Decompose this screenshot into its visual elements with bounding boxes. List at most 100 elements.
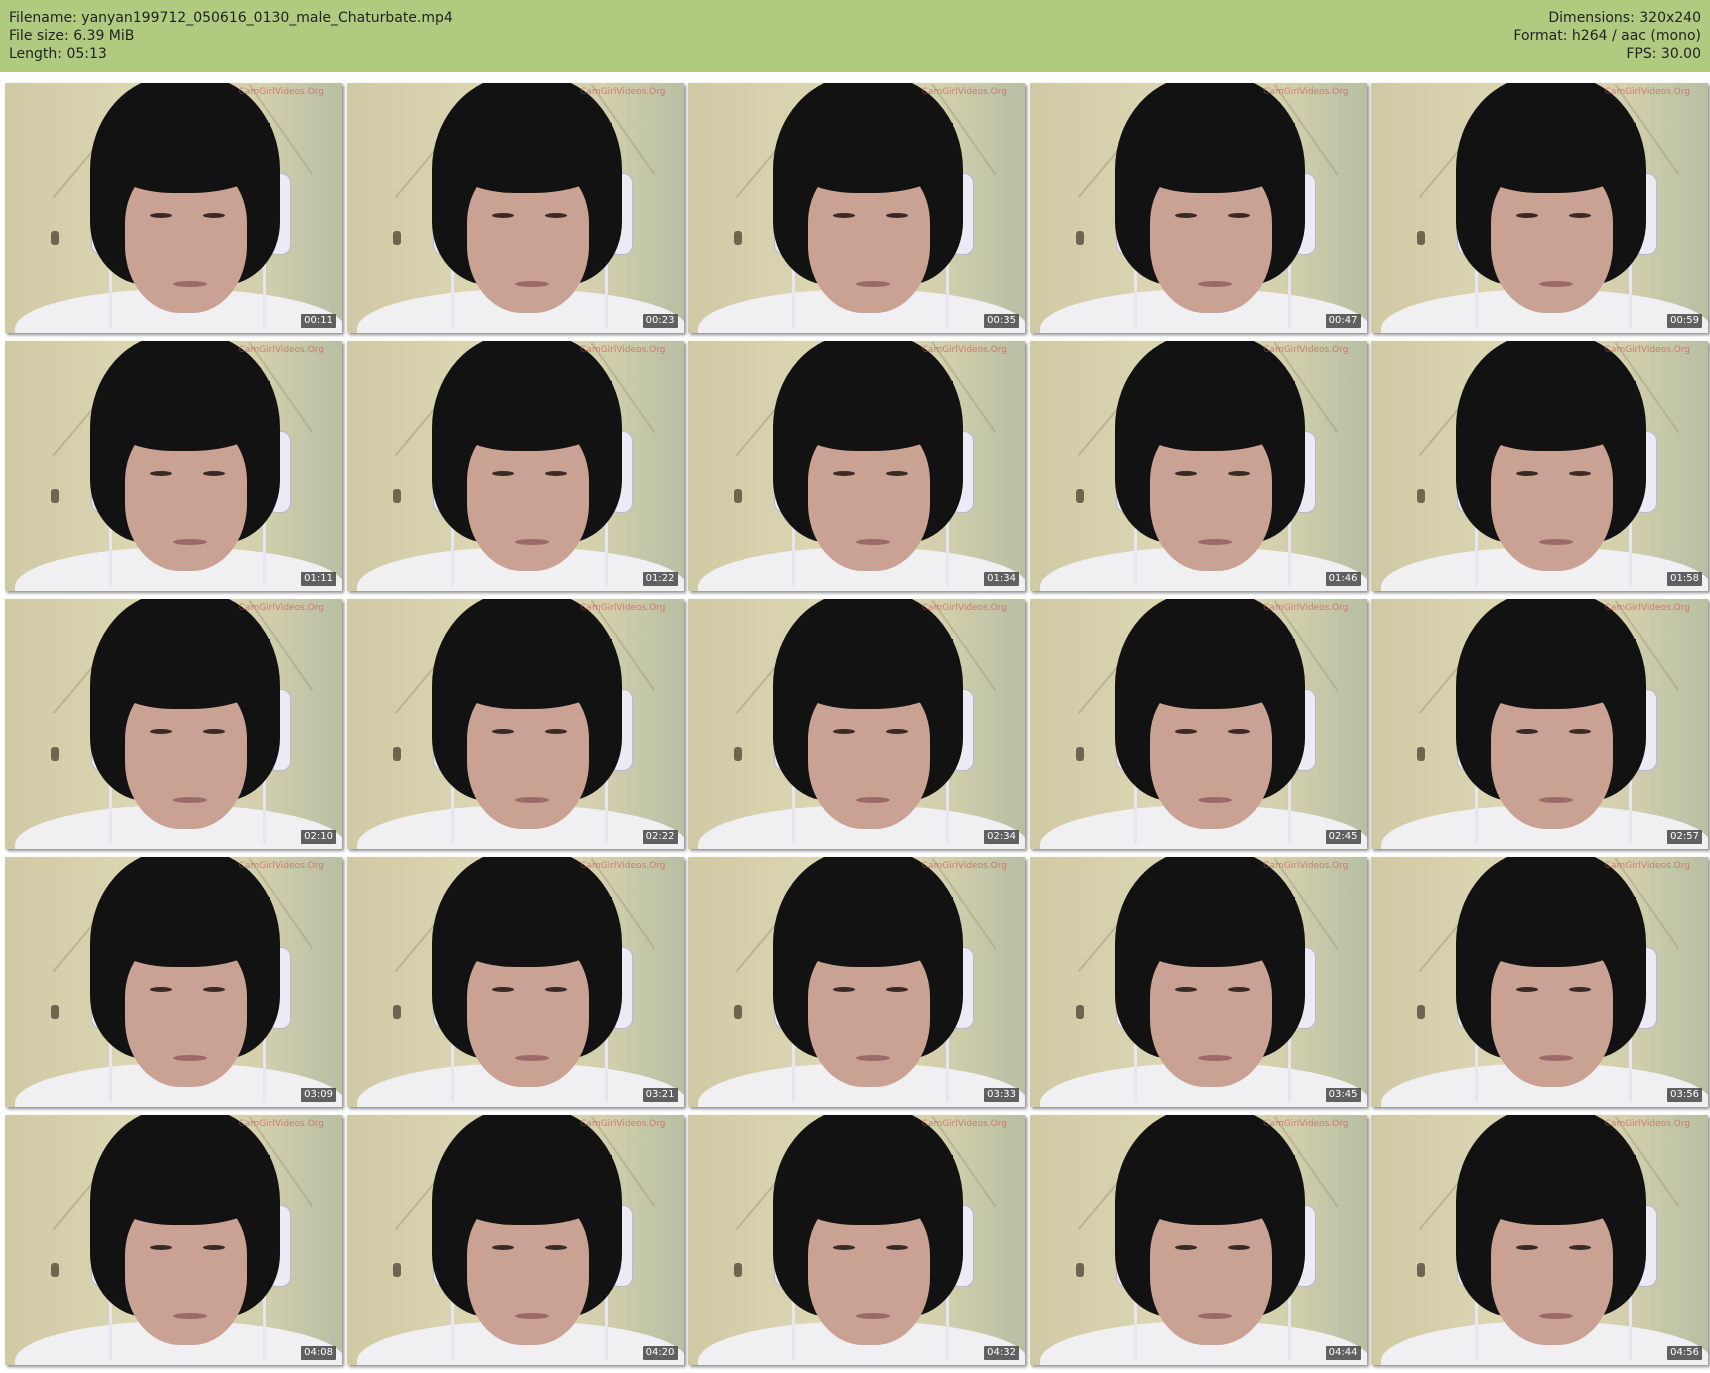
mouth [514,797,549,803]
timestamp-label: 00:23 [642,314,678,328]
eye [1227,729,1250,734]
eye [1516,729,1538,734]
wall-hook [734,231,742,245]
eye [544,213,567,218]
eye [203,213,225,218]
watermark-text: CamGirlVideos.Org [580,603,666,613]
video-thumbnail[interactable]: CamGirlVideos.Org 00:23 [346,83,684,333]
video-thumbnail[interactable]: CamGirlVideos.Org 03:09 [5,857,342,1107]
eye [544,1245,567,1250]
watermark-text: CamGirlVideos.Org [1604,345,1690,355]
wall-hook [734,1263,742,1277]
eye [833,1245,855,1250]
watermark-text: CamGirlVideos.Org [580,87,666,97]
hair-bangs [451,897,612,967]
eye [150,471,172,476]
mouth [1197,281,1232,287]
video-thumbnail[interactable]: CamGirlVideos.Org 00:35 [688,83,1025,333]
video-thumbnail[interactable]: CamGirlVideos.Org 03:56 [1371,857,1708,1107]
eye [833,471,855,476]
hair-bangs [110,897,270,967]
video-thumbnail[interactable]: CamGirlVideos.Org 02:10 [5,599,342,849]
timestamp-label: 03:56 [1667,1088,1702,1102]
eye [491,729,514,734]
video-thumbnail[interactable]: CamGirlVideos.Org 04:08 [5,1115,342,1365]
hair-bangs [1134,1155,1295,1225]
watermark-text: CamGirlVideos.Org [1263,87,1349,97]
wall-hook [1417,1263,1425,1277]
timestamp-label: 01:58 [1667,572,1702,586]
metadata-right: Dimensions: 320x240 Format: h264 / aac (… [1513,9,1701,63]
wall-hook [1075,1005,1084,1019]
video-thumbnail[interactable]: CamGirlVideos.Org 01:58 [1371,341,1708,591]
timestamp-label: 04:08 [301,1346,336,1360]
watermark-text: CamGirlVideos.Org [238,87,324,97]
video-thumbnail[interactable]: CamGirlVideos.Org 00:59 [1371,83,1708,333]
hair-bangs [451,1155,612,1225]
eye [1569,987,1591,992]
mouth [173,539,207,545]
eye [203,471,225,476]
hair-bangs [793,381,953,451]
hair-bangs [1476,123,1636,193]
watermark-text: CamGirlVideos.Org [1604,861,1690,871]
video-thumbnail[interactable]: CamGirlVideos.Org 01:11 [5,341,342,591]
video-thumbnail[interactable]: CamGirlVideos.Org 03:33 [688,857,1025,1107]
length-text: Length: 05:13 [9,46,107,62]
timestamp-label: 04:44 [1325,1346,1361,1360]
mouth [856,281,890,287]
watermark-text: CamGirlVideos.Org [1263,1119,1349,1129]
hair-bangs [793,639,953,709]
wall-hook [51,231,59,245]
video-thumbnail[interactable]: CamGirlVideos.Org 04:56 [1371,1115,1708,1365]
watermark-text: CamGirlVideos.Org [1604,87,1690,97]
hair-bangs [793,897,953,967]
video-thumbnail[interactable]: CamGirlVideos.Org 03:45 [1029,857,1367,1107]
video-thumbnail[interactable]: CamGirlVideos.Org 02:57 [1371,599,1708,849]
hair-bangs [451,381,612,451]
wall-hook [1075,489,1084,503]
video-thumbnail[interactable]: CamGirlVideos.Org 01:22 [346,341,684,591]
video-thumbnail[interactable]: CamGirlVideos.Org 02:22 [346,599,684,849]
mouth [514,1313,549,1319]
mouth [1539,797,1573,803]
wall-hook [1417,231,1425,245]
eye [544,471,567,476]
video-thumbnail[interactable]: CamGirlVideos.Org 03:21 [346,857,684,1107]
wall-hook [734,1005,742,1019]
eye [886,471,908,476]
watermark-text: CamGirlVideos.Org [580,345,666,355]
video-thumbnail[interactable]: CamGirlVideos.Org 04:32 [688,1115,1025,1365]
video-thumbnail[interactable]: CamGirlVideos.Org 00:11 [5,83,342,333]
video-thumbnail[interactable]: CamGirlVideos.Org 04:20 [346,1115,684,1365]
hair-bangs [1134,381,1295,451]
watermark-text: CamGirlVideos.Org [1263,861,1349,871]
eye [1174,987,1197,992]
watermark-text: CamGirlVideos.Org [921,861,1007,871]
wall-hook [51,747,59,761]
mouth [856,539,890,545]
eye [150,213,172,218]
mouth [173,1313,207,1319]
timestamp-label: 01:22 [642,572,678,586]
wall-hook [51,489,59,503]
wall-hook [392,231,401,245]
eye [544,987,567,992]
video-thumbnail[interactable]: CamGirlVideos.Org 04:44 [1029,1115,1367,1365]
eye [1174,213,1197,218]
video-thumbnail[interactable]: CamGirlVideos.Org 01:46 [1029,341,1367,591]
file-size-text: File size: 6.39 MiB [9,28,135,44]
video-thumbnail[interactable]: CamGirlVideos.Org 02:45 [1029,599,1367,849]
eye [886,1245,908,1250]
wall-hook [734,747,742,761]
watermark-text: CamGirlVideos.Org [1604,1119,1690,1129]
timestamp-label: 02:45 [1325,830,1361,844]
video-thumbnail[interactable]: CamGirlVideos.Org 02:34 [688,599,1025,849]
video-thumbnail[interactable]: CamGirlVideos.Org 01:34 [688,341,1025,591]
video-thumbnail[interactable]: CamGirlVideos.Org 00:47 [1029,83,1367,333]
watermark-text: CamGirlVideos.Org [921,345,1007,355]
eye [491,1245,514,1250]
mouth [1197,797,1232,803]
hair-bangs [1134,123,1295,193]
watermark-text: CamGirlVideos.Org [580,861,666,871]
